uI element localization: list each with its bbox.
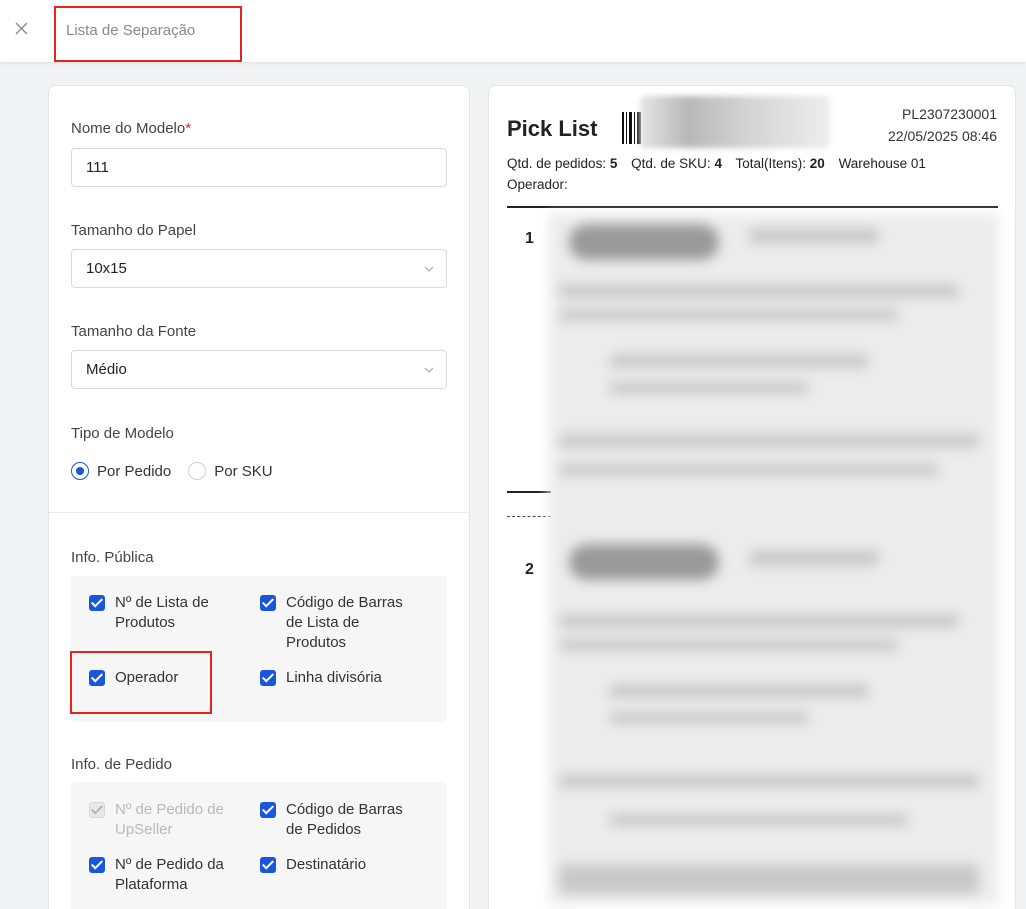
checkbox-order-barcode[interactable]: Código de Barras de Pedidos [260,800,420,840]
template-form-panel: Nome do Modelo* 111 Tamanho do Papel 10x… [48,85,470,909]
blurred-order-content [549,214,999,904]
paper-size-label: Tamanho do Papel [71,222,197,239]
radio-por-pedido-label[interactable]: Por Pedido [97,463,171,480]
header-rule [507,206,998,208]
model-name-input[interactable]: 111 [71,148,447,187]
paper-size-select[interactable]: 10x15 [71,249,447,288]
checkbox-icon [89,802,105,818]
pick-list-code: PL2307230001 [902,106,997,122]
model-type-radio-group: Por Pedido Por SKU [71,462,273,480]
checkbox-icon[interactable] [260,670,276,686]
order-info-label: Info. de Pedido [71,756,172,773]
row-dashed-divider [507,516,551,517]
highlight-box-title [54,6,242,62]
checkbox-icon[interactable] [260,802,276,818]
checkbox-icon[interactable] [89,857,105,873]
checkbox-product-list-number[interactable]: Nº de Lista de Produtos [89,593,239,633]
checkbox-icon[interactable] [89,595,105,611]
pick-list-stats: Qtd. de pedidos: 5 Qtd. de SKU: 4 Total(… [507,156,926,171]
highlight-box-operator [70,651,212,714]
chevron-down-icon [424,367,434,373]
radio-por-sku-label[interactable]: Por SKU [214,463,272,480]
checkbox-platform-order-number[interactable]: Nº de Pedido da Plataforma [89,855,239,895]
pick-list-operator: Operador: [507,177,568,192]
checkbox-icon[interactable] [260,857,276,873]
pick-list-preview: Pick List PL2307230001 22/05/2025 08:46 … [488,85,1016,909]
public-info-label: Info. Pública [71,549,154,566]
checkbox-product-list-barcode[interactable]: Código de Barras de Lista de Produtos [260,593,420,653]
blurred-barcode [640,96,830,148]
chevron-down-icon [424,266,434,272]
checkbox-recipient[interactable]: Destinatário [260,855,420,875]
checkbox-icon[interactable] [260,595,276,611]
row-number: 2 [525,561,534,578]
order-info-group: Nº de Pedido de UpSeller Código de Barra… [71,782,447,909]
barcode-icon [622,112,641,144]
font-size-label: Tamanho da Fonte [71,323,197,340]
section-divider [49,512,469,513]
model-name-label: Nome do Modelo* [71,120,192,137]
row-number: 1 [525,230,534,247]
checkbox-divider-line[interactable]: Linha divisória [260,668,420,688]
checkbox-upseller-order-number: Nº de Pedido de UpSeller [89,800,239,840]
pick-list-datetime: 22/05/2025 08:46 [888,128,997,144]
close-icon[interactable] [12,19,32,39]
font-size-select[interactable]: Médio [71,350,447,389]
radio-por-sku[interactable] [188,462,207,480]
model-type-label: Tipo de Modelo [71,425,174,442]
radio-por-pedido[interactable] [71,462,89,480]
row-divider [507,491,551,493]
preview-title: Pick List [507,116,598,141]
